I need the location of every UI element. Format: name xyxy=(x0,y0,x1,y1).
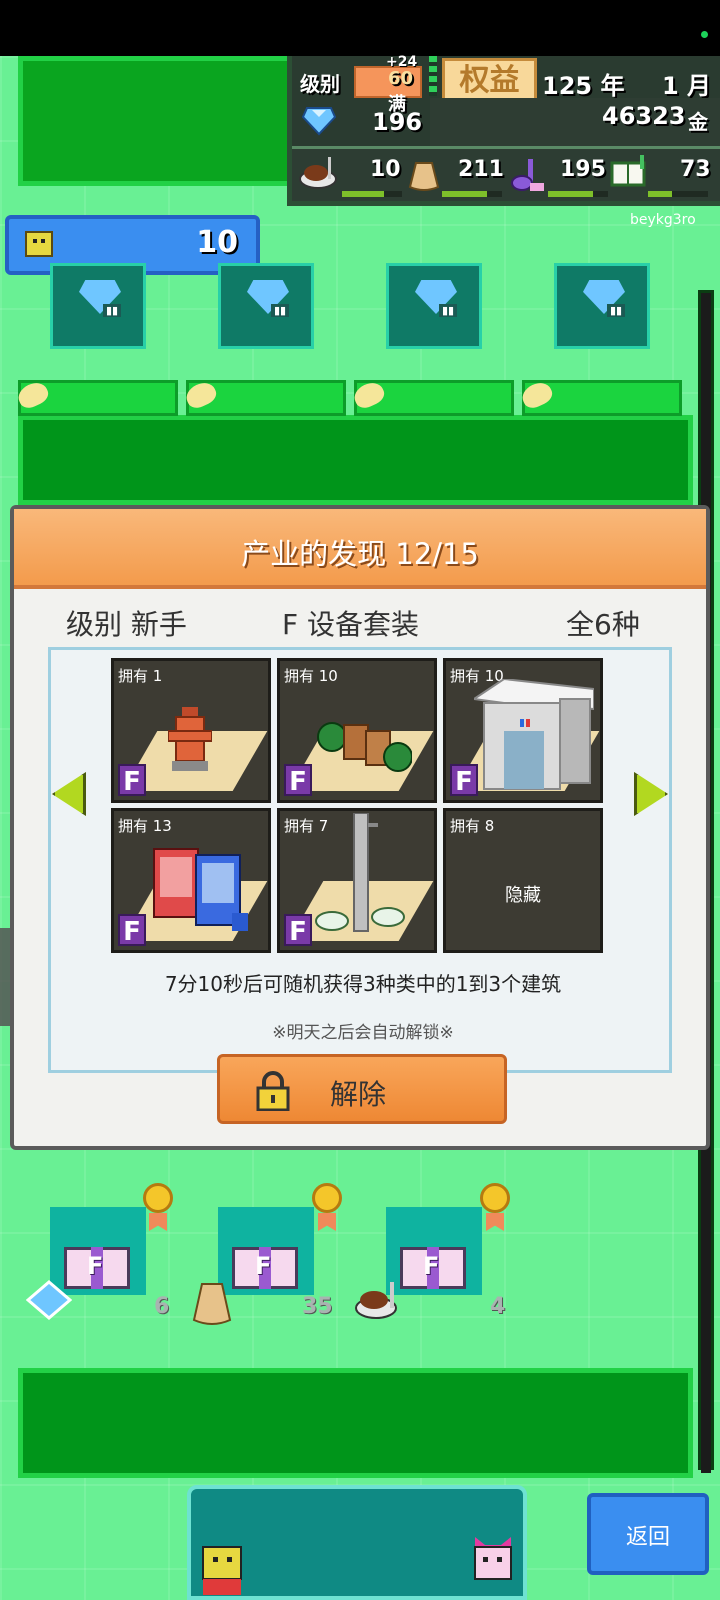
building-floor-block xyxy=(18,1368,693,1478)
gem-icon xyxy=(26,1280,72,1320)
user-id: beykg3ro xyxy=(630,212,696,228)
item-card[interactable]: 拥有 7 F xyxy=(277,808,437,953)
staff-count: 10 xyxy=(196,225,238,260)
level-value: 60 xyxy=(388,68,414,89)
tag-icon: ▮▮ xyxy=(271,304,290,317)
medal-icon xyxy=(480,1183,512,1233)
hud-top-row: 级别 +24 60 满 权益 125 年 1 月 196 46323 金 xyxy=(292,54,720,146)
status-dot-icon xyxy=(701,31,708,38)
owned-count: 拥有 10 xyxy=(284,667,338,685)
book-gauge xyxy=(648,191,708,197)
item-card[interactable]: 拥有 13 F xyxy=(111,808,271,953)
back-button[interactable]: 返回 xyxy=(587,1493,709,1575)
reward-count: 35 xyxy=(302,1294,333,1319)
medal-icon xyxy=(312,1183,344,1233)
sack-gauge xyxy=(442,191,502,197)
crates-and-bushes-icon xyxy=(317,722,412,772)
building-floor-block xyxy=(18,415,693,505)
back-label: 返回 xyxy=(625,1525,670,1550)
padlock-icon xyxy=(256,1071,290,1111)
vending-machines-icon xyxy=(153,848,248,931)
tag-icon: ▮▮ xyxy=(439,304,458,317)
food-icon xyxy=(355,1282,397,1319)
elevator-building-icon xyxy=(474,679,594,790)
tag-icon: ▮▮ xyxy=(103,304,122,317)
smiley-face-icon xyxy=(25,231,53,257)
sack-icon xyxy=(408,162,440,191)
owned-count: 拥有 13 xyxy=(118,817,172,835)
gem-room-tile[interactable]: ▮▮ xyxy=(218,263,314,349)
gem-count: 196 xyxy=(372,108,423,136)
item-card[interactable]: 拥有 1 F xyxy=(111,658,271,803)
item-card[interactable]: 拥有 10 F xyxy=(277,658,437,803)
category-text: F 设备套装 xyxy=(282,608,420,641)
owned-count: 拥有 8 xyxy=(450,817,495,835)
f-rank-badge: F xyxy=(284,914,312,947)
staff-character-icon xyxy=(202,1546,242,1595)
industry-discovery-dialog: 产业的发现 12/15 级别 新手 F 设备套装 全6种 拥有 1 F 拥有 1… xyxy=(10,505,710,1150)
year-label: 125 年 xyxy=(542,72,625,100)
building-floor-block xyxy=(18,56,293,186)
reward-count: 4 xyxy=(490,1294,506,1319)
food-count: 10 xyxy=(370,157,401,182)
hidden-label: 隐藏 xyxy=(505,885,541,906)
bottom-character-panel[interactable] xyxy=(187,1485,527,1600)
food-gauge xyxy=(342,191,402,197)
music-note-icon xyxy=(511,159,544,191)
gift-box-icon: F xyxy=(232,1247,298,1289)
dialog-header: 产业的发现 12/15 xyxy=(14,509,706,589)
fire-hydrant-icon xyxy=(168,707,212,771)
medal-icon xyxy=(143,1183,175,1233)
stripe-meter xyxy=(429,56,437,96)
timer-text: 7分10秒后可随机获得3种类中的1到3个建筑 xyxy=(164,972,562,996)
level-label: 级别 xyxy=(300,72,340,96)
top-hud: 级别 +24 60 满 权益 125 年 1 月 196 46323 金 10 … xyxy=(287,54,720,206)
sack-count: 211 xyxy=(458,157,504,182)
customer-character-icon xyxy=(474,1537,512,1580)
book-count: 73 xyxy=(680,157,711,182)
item-grid-panel: 拥有 1 F 拥有 10 F 拥有 10 F 拥有 13 F 拥有 7 F 拥有… xyxy=(48,647,672,1073)
tag-icon: ▮▮ xyxy=(607,304,626,317)
level-text: 级别 新手 xyxy=(66,608,187,641)
auto-unlock-note: ※明天之后会自动解锁※ xyxy=(272,1023,454,1043)
unlock-button[interactable]: 解除 xyxy=(217,1054,507,1124)
gem-icon xyxy=(302,107,336,136)
hud-resources-row: 10 211 195 73 xyxy=(292,146,720,201)
reward-count: 6 xyxy=(154,1294,170,1319)
music-count: 195 xyxy=(560,157,606,182)
item-card-hidden[interactable]: 拥有 8 隐藏 xyxy=(443,808,603,953)
gem-room-tile[interactable]: ▮▮ xyxy=(554,263,650,349)
gold-count: 46323 xyxy=(602,102,686,130)
f-rank-badge: F xyxy=(450,764,478,797)
book-icon xyxy=(610,155,646,187)
gift-box-icon: F xyxy=(400,1247,466,1289)
sack-icon xyxy=(192,1283,232,1325)
unlock-label: 解除 xyxy=(330,1078,387,1111)
item-card[interactable]: 拥有 10 F xyxy=(443,658,603,803)
street-lamp-icon xyxy=(315,813,405,932)
food-icon xyxy=(299,157,337,189)
f-rank-badge: F xyxy=(118,764,146,797)
dialog-title: 产业的发现 12/15 xyxy=(241,537,479,571)
gift-box-icon: F xyxy=(64,1247,130,1289)
owned-count: 拥有 1 xyxy=(118,667,163,685)
f-rank-badge: F xyxy=(284,764,312,797)
gold-unit: 金 xyxy=(688,110,708,134)
gem-room-tile[interactable]: ▮▮ xyxy=(386,263,482,349)
music-gauge xyxy=(548,191,608,197)
month-label: 1 月 xyxy=(662,72,712,100)
gem-room-tile[interactable]: ▮▮ xyxy=(50,263,146,349)
total-text: 全6种 xyxy=(566,608,640,641)
status-bar xyxy=(0,0,720,56)
f-rank-badge: F xyxy=(118,914,146,947)
